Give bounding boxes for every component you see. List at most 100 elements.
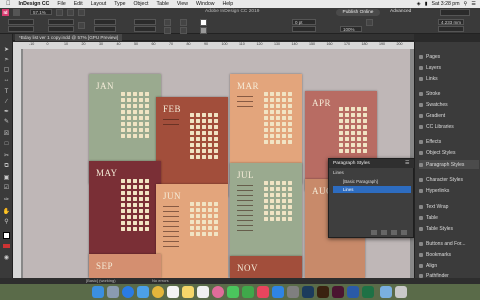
bridge-icon[interactable] <box>13 9 20 16</box>
clock-text[interactable]: Sat 3:28 pm <box>432 1 460 7</box>
new-style-icon[interactable] <box>391 230 397 235</box>
menu-table[interactable]: Table <box>152 1 172 7</box>
panel-table[interactable]: Table <box>419 213 479 222</box>
panel-gradient[interactable]: Gradient <box>419 111 479 120</box>
publish-online-button[interactable]: Publish Online <box>336 9 380 16</box>
facetime-icon[interactable] <box>242 286 254 298</box>
menu-view[interactable]: View <box>173 1 192 7</box>
flip-horizontal-icon[interactable] <box>164 19 171 26</box>
h-field[interactable] <box>48 26 74 32</box>
card-feb[interactable]: FEB <box>156 97 228 197</box>
panel-paragraph-styles[interactable]: Paragraph Styles <box>419 160 479 169</box>
messages-icon[interactable] <box>227 286 239 298</box>
opacity-field[interactable]: 100% <box>340 26 362 32</box>
free-transform-tool-icon[interactable]: ⧉ <box>2 162 11 170</box>
launchpad-icon[interactable] <box>107 286 119 298</box>
delete-style-icon[interactable] <box>401 230 407 235</box>
columns-field[interactable] <box>438 26 464 32</box>
panel-object-styles[interactable]: Object Styles <box>419 148 479 157</box>
trash-icon[interactable] <box>395 286 407 298</box>
indesign-dock-icon[interactable] <box>332 286 344 298</box>
stroke-swatch-icon[interactable] <box>200 27 207 34</box>
scale-x-field[interactable] <box>94 19 116 25</box>
chrome-icon[interactable] <box>152 286 164 298</box>
notes-icon[interactable] <box>182 286 194 298</box>
shear-field[interactable] <box>134 26 156 32</box>
w-field[interactable] <box>48 19 74 25</box>
menu-indesign[interactable]: InDesign CC <box>15 1 54 7</box>
constrain-proportions-icon[interactable] <box>78 22 85 29</box>
scissors-tool-icon[interactable]: ✂ <box>2 152 11 160</box>
view-options-button[interactable] <box>67 9 74 16</box>
stroke-weight-field[interactable]: 0 pt <box>292 19 316 25</box>
style-row-basic-paragraph[interactable]: [Basic Paragraph] <box>333 178 411 185</box>
preview-mode-icon[interactable]: ◉ <box>2 254 11 262</box>
panel-effects[interactable]: Effects <box>419 137 479 146</box>
card-nov[interactable]: NOV <box>230 256 302 278</box>
x-field[interactable] <box>8 19 34 25</box>
rectangle-tool-icon[interactable]: □ <box>2 140 11 148</box>
illustrator-icon[interactable] <box>317 286 329 298</box>
horizontal-ruler[interactable]: -10 0 10 20 30 40 50 60 70 80 90 100 110 120 130 140 150… <box>21 42 414 49</box>
photoshop-icon[interactable] <box>302 286 314 298</box>
panel-links[interactable]: Links <box>419 74 479 83</box>
document-tab[interactable]: *Bday list ver 1 copy.indd @ 57% [GPU Pr… <box>15 34 123 41</box>
gradient-tool-icon[interactable]: ▣ <box>2 174 11 182</box>
card-jun[interactable]: JUN <box>156 184 228 278</box>
music-icon[interactable] <box>257 286 269 298</box>
photos-icon[interactable] <box>212 286 224 298</box>
menu-type[interactable]: Type <box>110 1 129 7</box>
arrange-documents-button[interactable] <box>78 9 85 16</box>
panel-align[interactable]: Align <box>419 261 479 270</box>
panel-buttons-and-forms[interactable]: Buttons and For... <box>419 239 479 248</box>
fill-stroke-icon[interactable] <box>3 232 10 239</box>
search-stock-icon[interactable] <box>440 9 470 16</box>
clear-overrides-icon[interactable] <box>381 230 387 235</box>
mail-icon[interactable] <box>137 286 149 298</box>
calendar-icon[interactable] <box>167 286 179 298</box>
menu-window[interactable]: Window <box>192 1 218 7</box>
panel-pages[interactable]: Pages <box>419 52 479 61</box>
menu-object[interactable]: Object <box>129 1 152 7</box>
battery-icon[interactable]: ▮ <box>425 1 428 7</box>
flip-vertical-icon[interactable] <box>164 27 171 34</box>
paragraph-styles-title[interactable]: Paragraph Styles <box>329 159 415 168</box>
line-tool-icon[interactable]: ∕ <box>2 98 11 106</box>
finder-icon[interactable] <box>92 286 104 298</box>
direct-selection-tool-icon[interactable]: ➣ <box>2 56 11 64</box>
panel-swatches[interactable]: Swatches <box>419 100 479 109</box>
panel-menu-icon[interactable]: ☰ <box>405 161 411 166</box>
pencil-tool-icon[interactable]: ✎ <box>2 118 11 126</box>
type-tool-icon[interactable]: T <box>2 88 11 96</box>
apply-color-icon[interactable] <box>3 244 10 248</box>
panel-table-styles[interactable]: Table Styles <box>419 224 479 233</box>
menu-file[interactable]: File <box>53 1 69 7</box>
safari-icon[interactable] <box>122 286 134 298</box>
apple-icon[interactable]:  <box>0 1 15 7</box>
style-row-lines[interactable]: Lines <box>333 186 411 193</box>
gap-tool-icon[interactable]: ↔ <box>2 76 11 84</box>
hand-tool-icon[interactable]: ✋ <box>2 208 11 216</box>
menu-layout[interactable]: Layout <box>87 1 111 7</box>
panel-bookmarks[interactable]: Bookmarks <box>419 250 479 259</box>
vertical-ruler[interactable] <box>13 42 21 278</box>
menu-list-icon[interactable]: ☰ <box>471 1 476 7</box>
app-store-icon[interactable] <box>272 286 284 298</box>
panel-layers[interactable]: Layers <box>419 63 479 72</box>
effects-fx-icon[interactable] <box>366 19 373 26</box>
workspace-switcher[interactable]: Advanced <box>390 9 411 14</box>
panel-cc-libraries[interactable]: CC Libraries <box>419 122 479 131</box>
search-icon[interactable]: ⚲ <box>464 1 468 7</box>
scale-y-field[interactable] <box>94 26 116 32</box>
downloads-icon[interactable] <box>380 286 392 298</box>
rectangle-frame-tool-icon[interactable]: ☒ <box>2 130 11 138</box>
word-icon[interactable] <box>347 286 359 298</box>
select-content-icon[interactable] <box>180 27 187 34</box>
rotate-field[interactable] <box>134 19 156 25</box>
panel-text-wrap[interactable]: Text Wrap <box>419 202 479 211</box>
panel-stroke[interactable]: Stroke <box>419 89 479 98</box>
excel-icon[interactable] <box>362 286 374 298</box>
fill-swatch-icon[interactable] <box>200 19 207 26</box>
new-style-group-icon[interactable] <box>371 230 377 235</box>
measure-field[interactable]: 4.233 mm <box>438 19 464 25</box>
